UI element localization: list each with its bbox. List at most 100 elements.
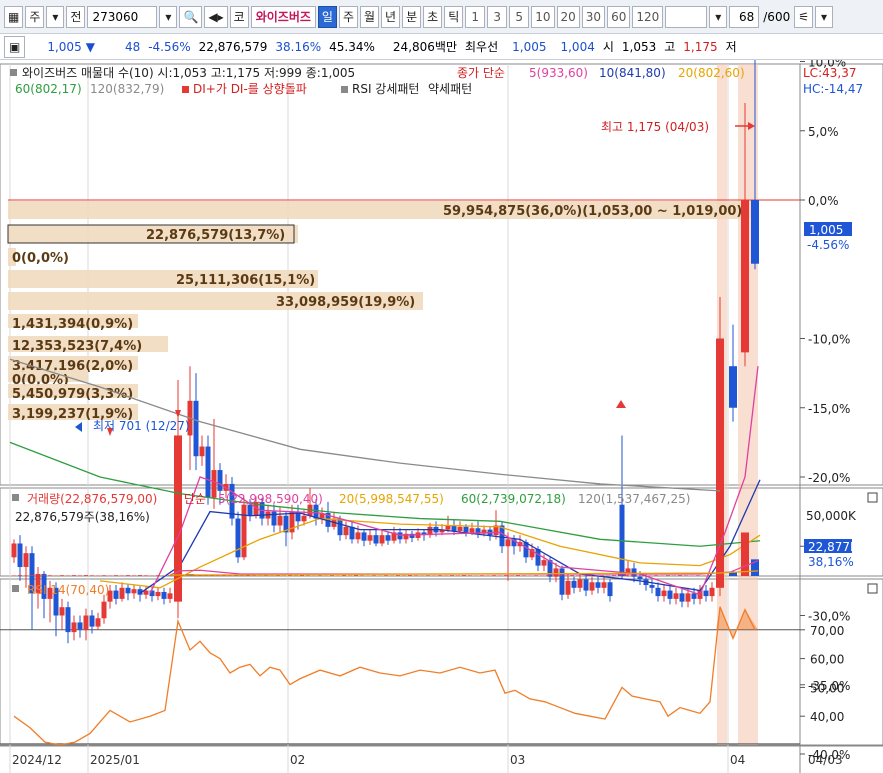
tab-minute[interactable]: 분 xyxy=(402,5,422,28)
rsi-tick-label: 60,00 xyxy=(810,653,844,667)
y-tick-label: -40,0% xyxy=(808,748,850,762)
signal-di-cross: DI+가 DI-를 상향돌파 xyxy=(193,82,307,96)
volume-bar xyxy=(264,575,268,576)
high-annotation: 최고 1,175 (04/03) xyxy=(601,120,709,134)
signal-rsi-strong: RSI 강세패턴 xyxy=(352,82,419,96)
chart-toolbar: ▦ 주 ▾ 전 273060 ▾ 🔍 ◀▸ 코 와이즈버즈 일 주 월 년 분 … xyxy=(0,0,883,34)
tab-year[interactable]: 년 xyxy=(381,5,401,28)
volume-bar xyxy=(552,575,556,576)
candle-body xyxy=(155,591,161,597)
candle-body xyxy=(673,593,679,599)
current-price-tag-value: 1,005 xyxy=(809,223,843,237)
interval-20[interactable]: 20 xyxy=(556,5,580,28)
rsi-panel-title: RSI 14(70,40) xyxy=(27,583,109,597)
tab-tick[interactable]: 틱 xyxy=(444,5,464,28)
count-max-label: /600 xyxy=(763,9,791,24)
stock-name-label[interactable]: 와이즈버즈 xyxy=(250,5,316,28)
volume-bar xyxy=(642,575,646,576)
interval-60[interactable]: 60 xyxy=(607,5,631,28)
volume-bar xyxy=(120,575,124,576)
candle-body xyxy=(685,593,691,602)
candle-body xyxy=(451,525,457,532)
tab-month[interactable]: 월 xyxy=(360,5,380,28)
volume-bar xyxy=(294,575,298,576)
tab-second[interactable]: 초 xyxy=(423,5,443,28)
volume-bar xyxy=(24,575,28,576)
ma120-legend: 120(832,79) xyxy=(90,82,164,96)
candle-body xyxy=(571,580,577,588)
volume-profile-label: 1,431,394(0,9%) xyxy=(12,317,133,332)
open-label: 시 xyxy=(602,40,614,54)
candle-body xyxy=(505,539,511,547)
quote-toggle-icon[interactable]: ▣ xyxy=(4,35,26,58)
interval-3[interactable]: 3 xyxy=(487,5,508,28)
y-tick-label: 0,0% xyxy=(808,194,839,208)
candle-body xyxy=(373,535,379,544)
interval-10[interactable]: 10 xyxy=(531,5,555,28)
candle-body xyxy=(143,590,149,595)
volume-ma60-legend: 60(2,739,072,18) xyxy=(461,492,566,506)
volume-ma5-legend: 5(22,998,590,40) xyxy=(218,492,323,506)
stock-chart[interactable]: 59,954,875(36,0%)(1,053,00 ~ 1,019,00) 22… xyxy=(0,60,883,773)
layout-icon[interactable]: ▦ xyxy=(4,5,24,28)
rsi-tick-label: 50,00 xyxy=(810,681,844,695)
prefix-dropdown-icon[interactable]: ▾ xyxy=(46,5,65,28)
candle-body xyxy=(607,582,613,597)
volume-profile-label: 59,954,875(36,0%)(1,053,00 ~ 1,019,00) xyxy=(443,204,742,219)
volume-tick: 50,000K xyxy=(806,509,857,523)
interval-5[interactable]: 5 xyxy=(509,5,530,28)
volume-bar xyxy=(462,575,466,576)
volume-bar xyxy=(330,575,334,576)
candle-body xyxy=(71,622,77,633)
candle-body xyxy=(559,568,565,595)
interval-dropdown-icon[interactable]: ▾ xyxy=(709,5,728,28)
speaker-icon[interactable]: ◀▸ xyxy=(204,5,228,28)
search-icon[interactable]: 🔍 xyxy=(179,5,203,28)
candle-body xyxy=(379,535,385,544)
x-tick-label: 04 xyxy=(730,753,745,767)
candle-body xyxy=(77,622,83,630)
candle-body xyxy=(11,543,17,558)
x-tick-label: 2024/12 xyxy=(12,753,62,767)
volume-bar xyxy=(666,575,670,576)
interval-30[interactable]: 30 xyxy=(581,5,606,28)
chart-settings-icon[interactable]: ⚟ xyxy=(794,5,813,28)
x-tick-label: 02 xyxy=(290,753,305,767)
volume-bar xyxy=(450,575,454,576)
custom-interval-input[interactable] xyxy=(665,5,708,28)
candle-body xyxy=(655,587,661,597)
candle-body xyxy=(217,470,223,491)
volume-profile-label: 22,876,579(13,7%) xyxy=(146,228,285,243)
volume-bar xyxy=(84,575,88,576)
prefix-button[interactable]: 주 xyxy=(25,5,45,28)
candle-body xyxy=(457,526,463,532)
volume-bar xyxy=(630,575,634,576)
volume-bar xyxy=(30,575,34,576)
volume-panel-close-icon[interactable] xyxy=(867,492,878,503)
stock-code-input[interactable]: 273060 xyxy=(87,5,158,28)
chart-menu-dropdown-icon[interactable]: ▾ xyxy=(814,5,833,28)
candle-body xyxy=(541,560,547,566)
interval-1[interactable]: 1 xyxy=(465,5,486,28)
volume-bar xyxy=(741,532,749,576)
rsi-panel-close-icon[interactable] xyxy=(867,583,878,594)
candle-body xyxy=(101,601,107,619)
code-dropdown-icon[interactable]: ▾ xyxy=(159,5,178,28)
count-input[interactable]: 68 xyxy=(729,5,760,28)
prev-button[interactable]: 전 xyxy=(66,5,86,28)
volume-ma120-legend: 120(1,537,467,25) xyxy=(578,492,690,506)
y-tick-label: -30,0% xyxy=(808,610,850,624)
volume-bar xyxy=(570,575,574,576)
tab-day[interactable]: 일 xyxy=(317,5,337,28)
best-bid: 1,004 xyxy=(560,39,595,54)
tab-week[interactable]: 주 xyxy=(338,5,358,28)
volume-bar xyxy=(456,575,460,576)
candle-body xyxy=(469,528,475,533)
candle-body xyxy=(553,568,559,577)
volume-bar xyxy=(306,575,310,576)
volume-bar xyxy=(348,575,352,576)
interval-120[interactable]: 120 xyxy=(632,5,664,28)
volume-bar xyxy=(252,575,256,576)
ma60-legend: 60(802,17) xyxy=(15,82,82,96)
candle-body xyxy=(355,532,361,540)
